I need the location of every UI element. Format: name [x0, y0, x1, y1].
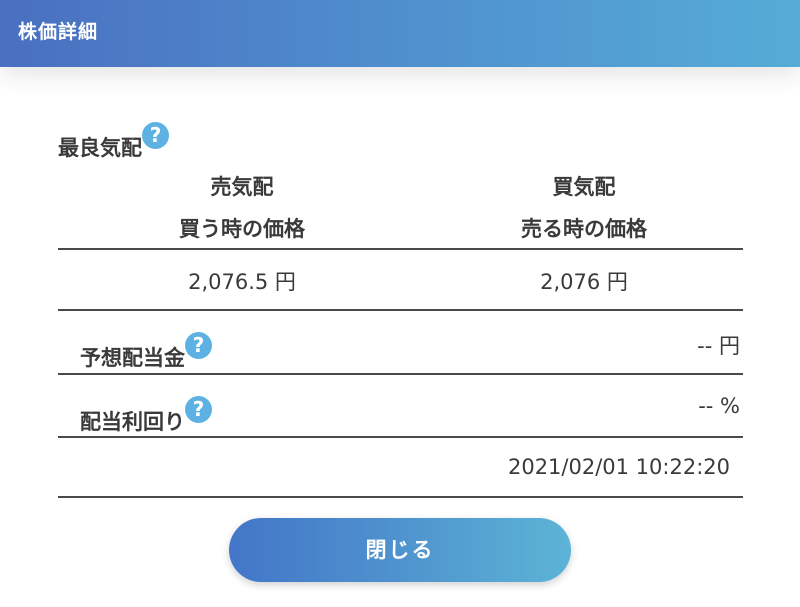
dividend-yield-label: 配当利回り? — [80, 396, 212, 436]
dividend-yield-label-text: 配当利回り — [80, 410, 185, 434]
best-quote-label-text: 最良気配 — [58, 136, 142, 160]
divider — [58, 309, 743, 311]
ask-price: 2,076.5 円 — [188, 270, 296, 294]
ask-sublabel: 買う時の価格 — [179, 217, 305, 241]
expected-dividend-value: -- 円 — [697, 334, 740, 358]
expected-dividend-label: 予想配当金? — [80, 332, 212, 372]
divider — [58, 436, 743, 438]
bid-price: 2,076 円 — [540, 270, 628, 294]
dividend-yield-help-icon[interactable]: ? — [185, 396, 212, 423]
page-title: 株価詳細 — [18, 21, 99, 43]
best-quote-label: 最良気配? — [58, 122, 169, 162]
ask-label: 売気配 — [210, 175, 274, 199]
close-button[interactable]: 閉じる — [229, 518, 571, 582]
bid-label: 買気配 — [552, 175, 616, 199]
dividend-yield-value: -- % — [698, 394, 740, 418]
header-bar: 株価詳細 — [0, 0, 800, 67]
expected-dividend-label-text: 予想配当金 — [80, 346, 185, 370]
divider — [58, 373, 743, 375]
best-quote-help-icon[interactable]: ? — [142, 122, 169, 149]
divider — [58, 496, 743, 498]
bid-sublabel: 売る時の価格 — [521, 217, 647, 241]
expected-dividend-help-icon[interactable]: ? — [185, 332, 212, 359]
timestamp: 2021/02/01 10:22:20 — [507, 455, 730, 479]
divider — [58, 248, 743, 250]
